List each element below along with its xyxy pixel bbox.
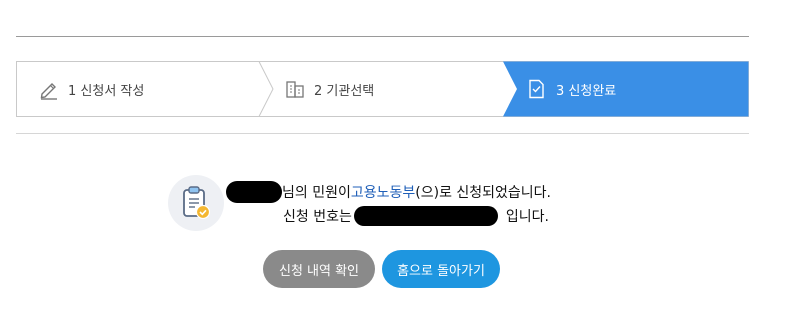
result-line-1: 님의 민원이 고용노동부 (으)로 신청되었습니다. (226, 181, 551, 203)
step-write-application: 1 신청서 작성 (38, 61, 144, 117)
pencil-icon (38, 78, 60, 100)
application-number-prefix: 신청 번호는 (283, 209, 352, 225)
step-select-agency: 2 기관선택 (284, 61, 374, 117)
result-line-1-end: (으)로 신청되었습니다. (415, 185, 552, 201)
progress-stepper: 1 신청서 작성 2 기관선택 3 신청완료 (16, 61, 749, 117)
application-number-suffix: 입니다. (505, 209, 549, 225)
step-3-label: 3 신청완료 (556, 83, 617, 99)
result-line-1-text: 님의 민원이 (282, 185, 351, 201)
agency-name: 고용노동부 (350, 185, 416, 201)
section-divider (16, 133, 749, 134)
document-check-icon (526, 78, 548, 100)
step-1-label: 1 신청서 작성 (68, 83, 145, 99)
go-home-button[interactable]: 홈으로 돌아가기 (382, 250, 500, 288)
building-icon (284, 78, 306, 100)
step-2-label: 2 기관선택 (314, 83, 375, 99)
step-complete: 3 신청완료 (526, 61, 616, 117)
view-history-button[interactable]: 신청 내역 확인 (263, 250, 375, 288)
completion-message: 님의 민원이 고용노동부 (으)로 신청되었습니다. 신청 번호는 입니다. (0, 172, 800, 232)
top-divider (16, 36, 749, 37)
clipboard-check-icon (168, 175, 224, 231)
redacted-application-number (353, 206, 498, 226)
result-line-2: 신청 번호는 입니다. (283, 206, 549, 226)
redacted-name (226, 181, 282, 203)
